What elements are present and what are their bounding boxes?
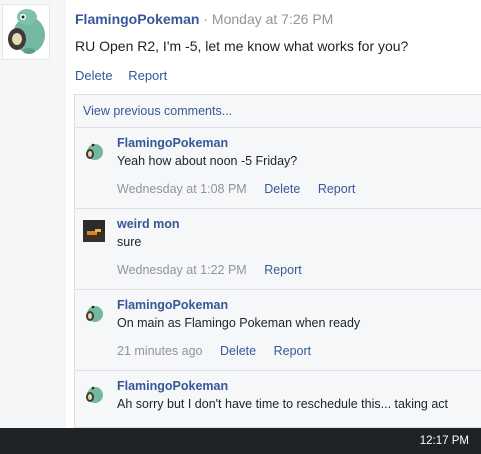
- comment-text: On main as Flamingo Pokeman when ready: [117, 316, 361, 330]
- comment-item: FlamingoPokeman Yeah how about noon -5 F…: [75, 127, 481, 209]
- comment-timestamp[interactable]: 21 minutes ago: [117, 344, 202, 358]
- post-separator: ·: [199, 11, 212, 27]
- post-report-link[interactable]: Report: [128, 68, 167, 83]
- game-thumbnail-icon[interactable]: [83, 220, 105, 242]
- comment-report-link[interactable]: Report: [264, 263, 302, 277]
- comment-item: FlamingoPokeman On main as Flamingo Poke…: [75, 289, 481, 371]
- comment-report-link[interactable]: Report: [274, 344, 312, 358]
- taskbar-clock[interactable]: 12:17 PM: [420, 435, 469, 447]
- comment-delete-link[interactable]: Delete: [220, 344, 256, 358]
- comments-panel: View previous comments... FlamingoPokema…: [74, 94, 481, 428]
- comment-author-link[interactable]: weird mon: [117, 217, 180, 231]
- comment-item: FlamingoPokeman Ah sorry but I don't hav…: [75, 370, 481, 430]
- comment-text: Ah sorry but I don't have time to resche…: [117, 397, 449, 411]
- flamingo-pokemon-icon[interactable]: [83, 301, 105, 323]
- taskbar: 12:17 PM: [0, 428, 481, 454]
- comment-meta: Wednesday at 1:22 PM Report: [117, 263, 316, 277]
- comment-text: sure: [117, 235, 142, 249]
- comment-author-link[interactable]: FlamingoPokeman: [117, 136, 228, 150]
- comment-item: weird mon sure Wednesday at 1:22 PM Repo…: [75, 208, 481, 290]
- comment-author-link[interactable]: FlamingoPokeman: [117, 298, 228, 312]
- post-timestamp[interactable]: Monday at 7:26 PM: [212, 11, 333, 27]
- flamingo-pokemon-icon[interactable]: [83, 139, 105, 161]
- comment-author-link[interactable]: FlamingoPokeman: [117, 379, 228, 393]
- comment-timestamp[interactable]: Wednesday at 1:08 PM: [117, 182, 247, 196]
- comment-meta: Wednesday at 1:08 PM Delete Report: [117, 182, 369, 196]
- post-body: RU Open R2, I'm -5, let me know what wor…: [75, 38, 409, 54]
- comment-text: Yeah how about noon -5 Friday?: [117, 154, 298, 168]
- comment-report-link[interactable]: Report: [318, 182, 356, 196]
- page: FlamingoPokeman · Monday at 7:26 PM RU O…: [0, 0, 481, 428]
- post-delete-link[interactable]: Delete: [75, 68, 113, 83]
- comment-meta: 21 minutes ago Delete Report: [117, 344, 325, 358]
- view-previous-comments-link[interactable]: View previous comments...: [83, 104, 232, 118]
- flamingo-pokemon-icon[interactable]: [83, 382, 105, 404]
- post-header: FlamingoPokeman · Monday at 7:26 PM: [75, 11, 333, 27]
- comment-timestamp[interactable]: Wednesday at 1:22 PM: [117, 263, 247, 277]
- flamingo-pokemon-icon: [8, 9, 45, 54]
- post-actions: Delete Report: [75, 68, 179, 83]
- post-author-link[interactable]: FlamingoPokeman: [75, 11, 199, 27]
- post-avatar[interactable]: [2, 4, 50, 60]
- left-rail: [0, 0, 66, 428]
- comment-delete-link[interactable]: Delete: [264, 182, 300, 196]
